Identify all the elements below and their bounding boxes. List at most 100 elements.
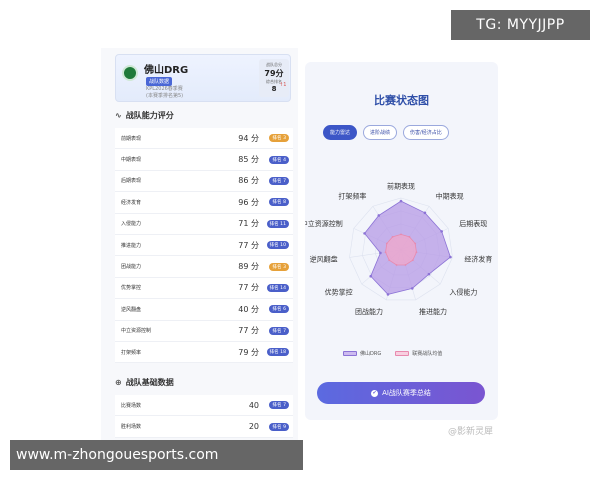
pulse-icon: ∿	[115, 111, 122, 120]
radar-axis-label: 逆风翻盘	[310, 255, 338, 264]
season-label: KPL2026春季赛	[146, 86, 183, 92]
radar-point	[385, 242, 388, 245]
radar-point	[391, 235, 394, 238]
stat-label: 中期表现	[121, 157, 142, 164]
stat-row: 后期表现 86 分 排名 7	[115, 170, 293, 193]
rank-badge: 排名 7	[269, 176, 289, 185]
stat-score: 40	[248, 400, 259, 410]
score-value: 79分	[264, 69, 284, 78]
rank-badge: 排名 6	[269, 305, 289, 314]
stat-row: 比赛场数 40 排名 7	[115, 395, 293, 417]
radar-point	[411, 259, 414, 262]
rank-badge: 排名 14	[266, 283, 289, 292]
team-logo	[122, 65, 138, 81]
stat-score: 94 分	[238, 133, 259, 143]
radar-axis-label: 推进能力	[419, 307, 447, 316]
legend-avg-swatch	[395, 351, 410, 356]
rank-badge: 排名 10	[266, 241, 289, 250]
stat-label: 入侵能力	[121, 221, 142, 228]
stat-label: 胜利场数	[121, 424, 142, 431]
radar-point	[449, 255, 452, 259]
watermark-top: TG: MYYJJPP	[451, 10, 590, 40]
stat-label: 中立资源控制	[121, 328, 152, 335]
weibo-watermark: @影新灵犀	[448, 427, 494, 437]
status-tabs: 能力雷达 进阶战绩 伤害/经济占比	[323, 125, 449, 140]
basic-title-text: 战队基础数据	[125, 378, 174, 387]
legend-team-swatch	[343, 351, 357, 356]
radar-point	[410, 287, 414, 290]
legend-team: 佛山DRG	[343, 350, 381, 357]
rank-badge: 排名 3	[269, 134, 289, 143]
radar-chart: 前期表现中期表现后期表现经济发育入侵能力推进能力 团战能力 优势掌控 逆风翻盘 中立资源…	[305, 182, 492, 316]
radar-point	[427, 272, 431, 276]
stat-label: 前期表现	[121, 135, 142, 142]
radar-series-group	[363, 199, 452, 296]
stat-row: 打架频率 79 分排名 18	[115, 341, 293, 364]
basic-section-title: ⊕ 战队基础数据	[115, 377, 174, 388]
radar-point	[395, 264, 398, 266]
tab-radar[interactable]: 能力雷达	[323, 125, 358, 140]
ability-section-title: ∿ 战队能力评分	[115, 110, 174, 121]
radar-point	[404, 264, 407, 266]
rank-badge: 排名 3	[269, 262, 289, 271]
radar-axis-label: 优势掌控	[325, 287, 353, 296]
legend-team-label: 佛山DRG	[360, 351, 382, 357]
stat-label: 打架频率	[121, 349, 142, 356]
rank-badge: 排名 7	[269, 326, 289, 335]
radar-point	[400, 233, 402, 236]
stat-score: 96 分	[238, 197, 259, 207]
stat-label: 团战能力	[121, 264, 142, 271]
stat-row: 经济发育 96 分 排名 8	[115, 192, 293, 214]
tab-advanced[interactable]: 进阶战绩	[363, 125, 398, 140]
status-title: 比赛状态图	[374, 94, 429, 107]
left-panel: 佛山DRG 战队数据 KPL2026春季赛 (本赛季排名第5) 战队总分 79分…	[101, 48, 298, 440]
radar-axis-label: 团战能力	[355, 307, 383, 316]
stat-row: 胜利场数 20 排名 9	[115, 416, 293, 438]
radar-point	[408, 235, 411, 238]
stat-row: 推进能力 77 分排名 10	[115, 234, 293, 257]
stat-label: 推进能力	[121, 242, 142, 249]
stat-score: 77 分	[238, 283, 259, 293]
radar-point	[384, 251, 387, 254]
season-sub: (本赛季排名第5)	[146, 93, 184, 99]
radar-axis-label: 中立资源控制	[305, 219, 343, 228]
rank-badge: 排名 8	[269, 198, 289, 207]
basic-list: 比赛场数 40 排名 7 胜利场数 20 排名 9	[115, 395, 293, 438]
radar-point	[388, 259, 391, 262]
radar-point	[363, 232, 366, 235]
stat-label: 经济发育	[121, 199, 142, 206]
rank-badge: 排名 4	[269, 155, 289, 164]
ai-summary-button[interactable]: ✔ AI战队赛季总结	[317, 382, 485, 404]
radar-point	[423, 211, 427, 215]
ability-list: 前期表现 94 分排名 3 中期表现 85 分排名 4 后期表现 86 分排名 7 经济发育…	[115, 128, 293, 364]
legend-avg-label: 联赛战队均值	[412, 351, 443, 357]
rank-badge: 排名 18	[266, 348, 289, 357]
stat-row: 前期表现 94 分 排名 3	[115, 128, 293, 150]
radar-point	[414, 242, 417, 245]
stat-row: 逆风翻盘 40 分 排名 6	[115, 299, 293, 321]
radar-point	[369, 274, 373, 278]
team-name: 佛山DRG	[144, 65, 189, 76]
ai-summary-label: AI战队赛季总结	[382, 389, 431, 397]
check-circle-icon: ✔	[371, 389, 379, 397]
watermark-bottom: www.m-zhongouesports.com	[10, 440, 303, 470]
stat-score: 71 分	[238, 219, 259, 229]
globe-icon: ⊕	[115, 378, 122, 387]
stat-score: 20	[248, 422, 259, 432]
stat-label: 优势掌控	[121, 285, 142, 292]
rank-badge: 排名 9	[269, 422, 289, 431]
stat-score: 77 分	[238, 240, 259, 250]
stat-score: 85 分	[238, 155, 259, 165]
stat-score: 77 分	[238, 326, 259, 336]
stat-row: 中期表现 85 分 排名 4	[115, 149, 293, 171]
rank-badge: 排名 11	[266, 219, 289, 228]
stat-label: 比赛场数	[121, 402, 142, 409]
stat-score: 89 分	[238, 262, 259, 272]
radar-axis-label: 前期表现	[387, 182, 415, 191]
radar-axis-label: 打架频率	[338, 192, 366, 201]
status-panel: 比赛状态图 能力雷达 进阶战绩 伤害/经济占比 前期表现 中期表现 后期表现 经济发育…	[305, 62, 498, 420]
ability-title-text: 战队能力评分	[125, 111, 174, 120]
team-score-box: 战队总分 79分 综合排名 8	[259, 59, 289, 97]
tab-damage-economy[interactable]: 伤害/经济占比	[403, 125, 449, 140]
radar-point	[415, 251, 418, 254]
